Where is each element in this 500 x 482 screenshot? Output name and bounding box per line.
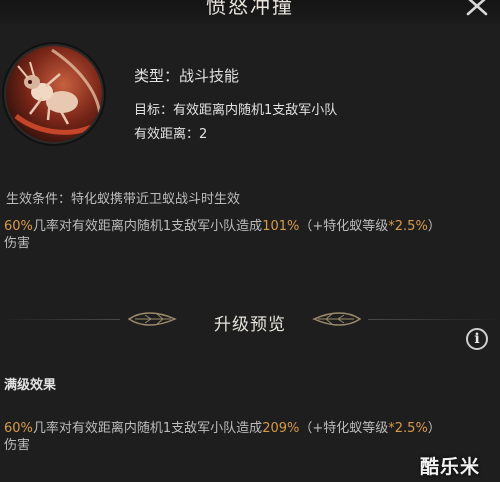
max-effect-tail: 伤害 — [4, 438, 31, 453]
max-effect-chance: 60% — [4, 421, 33, 436]
max-effect-formula-pre: （+特化蚁等级 — [299, 421, 389, 436]
effect-text: 几率对有效距离内随机1支敌军小队造成 — [32, 219, 263, 234]
max-effect-formula-post: ） — [427, 421, 441, 436]
effect-formula-pre: （+特化蚁等级 — [299, 219, 389, 234]
close-button[interactable] — [464, 0, 494, 22]
leaf-ornament-right-icon — [312, 312, 362, 326]
max-effect-value: 209% — [262, 421, 300, 436]
max-effect-text: 几率对有效距离内随机1支敌军小队造成 — [32, 421, 263, 436]
effect-formula-post: ） — [427, 219, 441, 234]
effect-chance: 60% — [4, 219, 33, 234]
effect-tail: 伤害 — [4, 236, 31, 251]
effect-value: 101% — [262, 219, 300, 234]
effect-formula-mult: *2.5% — [388, 219, 428, 234]
skill-type: 类型：战斗技能 — [134, 67, 240, 85]
skill-range: 有效距离：2 — [134, 127, 208, 142]
skill-target: 目标：有效距离内随机1支敌军小队 — [134, 103, 338, 118]
info-icon[interactable]: i — [466, 328, 488, 350]
divider-right — [368, 319, 500, 320]
max-level-label: 满级效果 — [4, 378, 57, 393]
ant-warrior-icon — [6, 46, 102, 142]
page-title: 愤怒冲撞 — [206, 0, 294, 18]
close-icon — [466, 0, 488, 16]
max-level-effect: 60%几率对有效距离内随机1支敌军小队造成209%（+特化蚁等级*2.5%） 伤害 — [4, 420, 494, 454]
site-watermark: 酷乐米 — [420, 456, 481, 478]
skill-effect: 60%几率对有效距离内随机1支敌军小队造成101%（+特化蚁等级*2.5%） 伤害 — [4, 218, 494, 252]
activation-condition: 生效条件：特化蚁携带近卫蚁战斗时生效 — [6, 192, 241, 207]
upgrade-preview-title: 升级预览 — [214, 315, 286, 335]
max-effect-formula-mult: *2.5% — [388, 421, 428, 436]
